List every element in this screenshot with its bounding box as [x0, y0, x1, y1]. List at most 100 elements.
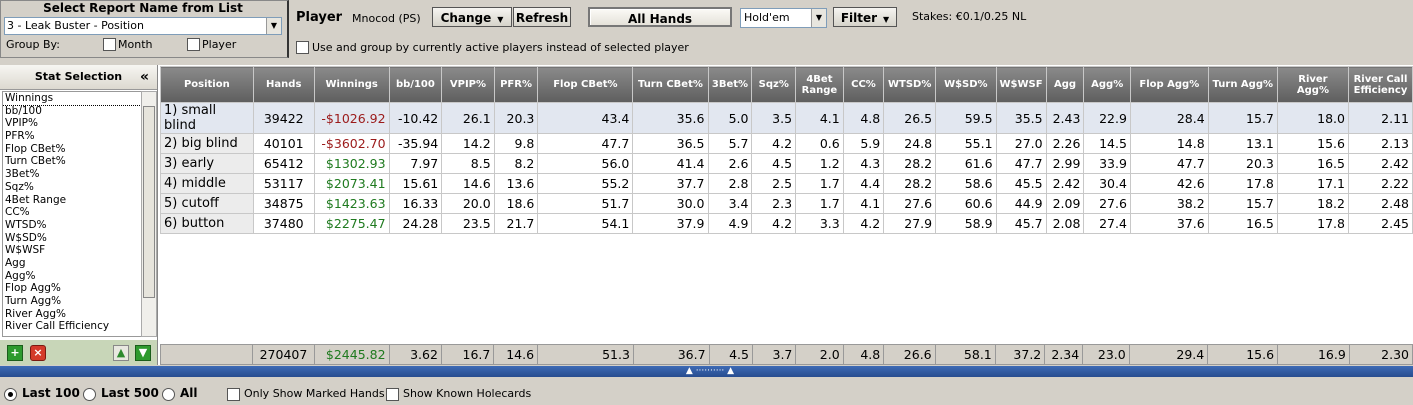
table-row[interactable]: 5) cutoff 34875 $1423.63 16.33 20.0 18.6 51.7 3… [160, 193, 1413, 214]
table-row[interactable]: 6) button 37480 $2275.47 24.28 23.5 21.7 54.1 3… [160, 213, 1413, 234]
column-header[interactable]: Flop Agg% [1129, 66, 1209, 103]
column-header[interactable]: River Agg% [1276, 66, 1350, 103]
table-cell: $1302.93 [313, 153, 390, 174]
table-cell: 4.9 [707, 213, 753, 234]
game-type-value: Hold'em [744, 11, 790, 24]
table-row[interactable]: 3) early 65412 $1302.93 7.97 8.5 8.2 56.0 41.4 2… [160, 153, 1413, 174]
table-cell: 15.7 [1207, 193, 1278, 214]
group-month-checkbox[interactable] [103, 38, 116, 51]
table-cell: 59.5 [935, 102, 997, 134]
stat-list-item[interactable]: Agg% [3, 270, 141, 283]
totals-cell: 16.9 [1277, 344, 1350, 365]
stat-list-item[interactable]: PFR% [3, 130, 141, 143]
stat-list-item[interactable]: VPIP% [3, 117, 141, 130]
table-cell: 34875 [252, 193, 315, 214]
column-header[interactable]: CC% [842, 66, 885, 103]
active-players-checkbox[interactable] [296, 41, 309, 54]
table-cell: 47.7 [537, 133, 634, 154]
stat-list-item[interactable]: CC% [3, 206, 141, 219]
table-cell: 27.6 [883, 193, 937, 214]
table-row[interactable]: 4) middle 53117 $2073.41 15.61 14.6 13.6 55.2 3… [160, 173, 1413, 194]
last100-radio[interactable] [4, 388, 17, 401]
column-header[interactable]: Winnings [313, 66, 390, 103]
column-header[interactable]: W$WSF [995, 66, 1047, 103]
remove-icon[interactable]: × [30, 345, 46, 361]
refresh-button[interactable]: Refresh [513, 7, 571, 27]
column-header[interactable]: PFR% [493, 66, 539, 103]
group-by-label: Group By: [6, 38, 60, 51]
column-header[interactable]: 3Bet% [707, 66, 753, 103]
stat-panel-footer: + × ▲ ▼ [0, 340, 157, 365]
stat-list-item[interactable]: bb/100 [3, 105, 141, 118]
column-header[interactable]: Hands [252, 66, 315, 103]
add-icon[interactable]: + [7, 345, 23, 361]
table-cell: 27.6 [1083, 193, 1131, 214]
marked-hands-checkbox[interactable] [227, 388, 240, 401]
stat-list-scrollbar[interactable] [141, 91, 157, 337]
table-cell: 20.3 [1207, 153, 1278, 174]
table-cell: 4.8 [842, 102, 885, 134]
stakes-text: Stakes: €0.1/0.25 NL [912, 10, 1027, 23]
all-hands-label: All Hands [627, 12, 693, 26]
table-cell: 2.43 [1045, 102, 1085, 134]
stat-list-item[interactable]: River Agg% [3, 308, 141, 321]
stat-list-item[interactable]: Sqz% [3, 181, 141, 194]
scrollbar-thumb[interactable] [143, 106, 155, 298]
collapse-icon[interactable]: « [140, 65, 149, 89]
change-player-button[interactable]: Change ▼ [432, 7, 512, 27]
table-cell: -10.42 [388, 102, 443, 134]
column-header[interactable]: River Call Efficiency [1348, 66, 1413, 103]
column-header[interactable]: bb/100 [388, 66, 443, 103]
table-cell: 7.97 [388, 153, 443, 174]
stat-selection-header: Stat Selection « [0, 65, 157, 90]
game-type-dropdown[interactable]: Hold'em ▼ [740, 8, 827, 28]
column-header[interactable]: 4Bet Range [795, 66, 844, 103]
stat-list-item[interactable]: Turn Agg% [3, 295, 141, 308]
table-cell: 14.2 [441, 133, 495, 154]
column-header[interactable]: WTSD% [883, 66, 937, 103]
move-up-icon[interactable]: ▲ [113, 345, 129, 361]
chevron-down-icon[interactable]: ▼ [266, 18, 281, 34]
column-header[interactable]: Position [160, 66, 254, 103]
group-player-checkbox[interactable] [187, 38, 200, 51]
table-cell: 43.4 [537, 102, 634, 134]
stat-list-item[interactable]: W$SD% [3, 232, 141, 245]
filter-button[interactable]: Filter ▼ [833, 7, 897, 27]
stat-list-item[interactable]: 3Bet% [3, 168, 141, 181]
chevron-down-icon[interactable]: ▼ [811, 9, 826, 27]
stat-list-item[interactable]: Flop Agg% [3, 282, 141, 295]
stat-list-item[interactable]: WTSD% [3, 219, 141, 232]
table-cell: 17.1 [1276, 173, 1350, 194]
stat-list-item[interactable]: Flop CBet% [3, 143, 141, 156]
stat-list-item[interactable]: 4Bet Range [3, 194, 141, 207]
column-header[interactable]: Sqz% [751, 66, 797, 103]
report-dropdown[interactable]: 3 - Leak Buster - Position ▼ [4, 17, 282, 35]
stat-list-item[interactable]: W$WSF [3, 244, 141, 257]
known-holecards-checkbox[interactable] [386, 388, 399, 401]
column-header[interactable]: VPIP% [441, 66, 495, 103]
table-cell: 41.4 [632, 153, 709, 174]
stat-list[interactable]: Winnings bb/100 VPIP% PFR% Flop CBet% Turn CB… [2, 91, 142, 337]
all-radio[interactable] [162, 388, 175, 401]
column-header[interactable]: W$SD% [935, 66, 997, 103]
all-hands-button[interactable]: All Hands [588, 7, 732, 27]
splitter-grip-icon[interactable]: ▲ ·········· ▲ [680, 366, 740, 377]
column-header[interactable]: Agg% [1083, 66, 1131, 103]
table-cell: 4.2 [751, 213, 797, 234]
table-row[interactable]: 1) small blind 39422 -$1026.92 -10.42 26.1 20… [160, 102, 1413, 134]
column-header[interactable]: Agg [1045, 66, 1085, 103]
table-cell: 22.9 [1083, 102, 1131, 134]
stat-list-item[interactable]: Agg [3, 257, 141, 270]
table-cell: 15.61 [388, 173, 443, 194]
stat-list-item[interactable]: Winnings [3, 92, 141, 106]
stat-list-item[interactable]: River Call Efficiency [3, 320, 141, 333]
column-header[interactable]: Flop CBet% [537, 66, 634, 103]
totals-cell [159, 344, 254, 365]
last500-radio[interactable] [83, 388, 96, 401]
table-cell: 13.6 [493, 173, 539, 194]
column-header[interactable]: Turn Agg% [1207, 66, 1278, 103]
table-row[interactable]: 2) big blind 40101 -$3602.70 -35.94 14.2 9.8 4… [160, 133, 1413, 154]
move-down-icon[interactable]: ▼ [135, 345, 151, 361]
stat-list-item[interactable]: Turn CBet% [3, 155, 141, 168]
column-header[interactable]: Turn CBet% [632, 66, 709, 103]
